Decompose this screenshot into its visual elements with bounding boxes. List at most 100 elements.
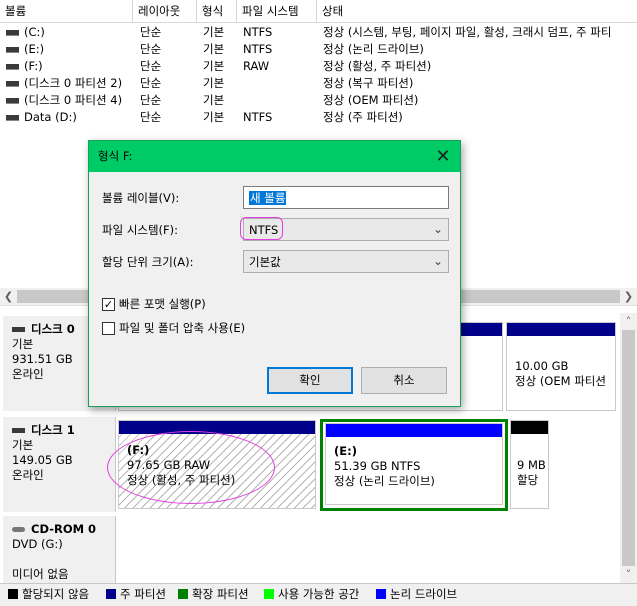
drive-icon	[6, 30, 19, 36]
legend-item: 주 파티션	[106, 588, 166, 601]
volume-label-input[interactable]: 새 볼륨	[243, 186, 449, 209]
drive-icon	[6, 64, 19, 70]
logical-drive-bar	[326, 424, 502, 437]
highlight-circle	[107, 431, 275, 504]
partition-letter: (E:)	[334, 444, 357, 458]
quick-format-checkbox[interactable]: ✓	[102, 298, 115, 311]
volume-layout: 단순	[140, 93, 162, 107]
allocation-unit-select[interactable]: 기본값 ⌄	[243, 250, 449, 273]
volume-layout: 단순	[140, 59, 162, 73]
quick-format-label[interactable]: 빠른 포맷 실행(P)	[119, 297, 206, 312]
legend-item: 논리 드라이브	[376, 588, 457, 601]
format-dialog: 형식 F: ✕ 볼륨 레이블(V): 새 볼륨 파일 시스템(F): NTFS …	[88, 140, 461, 407]
drive-icon	[6, 115, 19, 121]
legend-swatch	[376, 589, 386, 599]
volume-name: (디스크 0 파티션 4)	[24, 93, 123, 107]
column-header-type[interactable]: 형식	[197, 0, 237, 22]
volume-layout: 단순	[140, 42, 162, 56]
legend-swatch	[106, 589, 116, 599]
chevron-down-icon[interactable]: ⌄	[433, 222, 443, 236]
volume-label-label: 볼륨 레이블(V):	[102, 191, 180, 205]
oem-partition[interactable]: 10.00 GB 정상 (OEM 파티션	[506, 322, 616, 411]
volume-list-header: 볼륨 레이아웃 형식 파일 시스템 상태	[0, 0, 637, 23]
volume-row[interactable]: (디스크 0 파티션 2) 단순 기본 정상 (복구 파티션)	[0, 75, 637, 92]
compress-label[interactable]: 파일 및 폴더 압축 사용(E)	[119, 321, 245, 336]
drive-icon	[6, 47, 19, 53]
disk-1-label[interactable]: 디스크 1 기본 149.05 GB 온라인	[3, 417, 116, 512]
legend: 할당되지 않음 주 파티션 확장 파티션 사용 가능한 공간 논리 드라이브	[0, 583, 637, 606]
volume-status: 정상 (OEM 파티션)	[323, 93, 419, 107]
disk-kind: 기본	[12, 438, 34, 452]
compress-checkbox[interactable]	[102, 322, 115, 335]
volume-filesystem: NTFS	[243, 110, 273, 124]
column-header-filesystem[interactable]: 파일 시스템	[237, 0, 317, 22]
volume-status: 정상 (시스템, 부팅, 페이지 파일, 활성, 크래시 덤프, 주 파티	[323, 25, 612, 39]
volume-status: 정상 (논리 드라이브)	[323, 42, 424, 56]
legend-item: 사용 가능한 공간	[264, 588, 359, 601]
ok-button[interactable]: 확인	[267, 367, 353, 394]
dialog-title-bar[interactable]: 형식 F: ✕	[89, 141, 460, 172]
extended-partition[interactable]: (E:) 51.39 GB NTFS 정상 (논리 드라이브)	[320, 419, 508, 511]
volume-type: 기본	[203, 25, 225, 39]
legend-swatch	[264, 589, 274, 599]
disk-size: 149.05 GB	[12, 453, 73, 467]
highlight-circle	[240, 217, 283, 240]
scroll-up-icon[interactable]: ˄	[620, 313, 637, 330]
scroll-down-icon[interactable]: ˅	[620, 566, 637, 583]
volume-type: 기본	[203, 42, 225, 56]
volume-status: 정상 (복구 파티션)	[323, 76, 414, 90]
volume-type: 기본	[203, 76, 225, 90]
cdrom-0-label[interactable]: CD-ROM 0 DVD (G:) 미디어 없음	[3, 516, 116, 583]
partition-size: 9 MB	[517, 458, 546, 472]
disk-media: 미디어 없음	[12, 567, 69, 581]
scrollbar-thumb[interactable]	[622, 330, 635, 566]
disk-name: 디스크 0	[31, 322, 75, 336]
legend-label: 논리 드라이브	[390, 587, 458, 601]
cdrom-icon	[12, 527, 25, 532]
volume-row[interactable]: Data (D:) 단순 기본 NTFS 정상 (주 파티션)	[0, 109, 637, 126]
volume-row[interactable]: (E:) 단순 기본 NTFS 정상 (논리 드라이브)	[0, 41, 637, 58]
volume-label-value: 새 볼륨	[249, 191, 287, 205]
volume-row[interactable]: (C:) 단순 기본 NTFS 정상 (시스템, 부팅, 페이지 파일, 활성,…	[0, 24, 637, 41]
unallocated-partition[interactable]: 9 MB 할당	[510, 420, 549, 509]
partition-e[interactable]: (E:) 51.39 GB NTFS 정상 (논리 드라이브)	[325, 423, 503, 505]
legend-label: 주 파티션	[120, 587, 166, 601]
dialog-title: 형식 F:	[98, 149, 133, 163]
volume-filesystem: NTFS	[243, 42, 273, 56]
legend-swatch	[8, 589, 18, 599]
volume-name: (E:)	[24, 42, 45, 56]
volume-row[interactable]: (F:) 단순 기본 RAW 정상 (활성, 주 파티션)	[0, 58, 637, 75]
chevron-down-icon[interactable]: ⌄	[433, 254, 443, 268]
volume-type: 기본	[203, 110, 225, 124]
volume-filesystem: NTFS	[243, 25, 273, 39]
volume-status: 정상 (주 파티션)	[323, 110, 403, 124]
primary-partition-bar	[507, 323, 615, 336]
column-header-layout[interactable]: 레이아웃	[133, 0, 197, 22]
vertical-scrollbar[interactable]: ˄ ˅	[620, 313, 637, 583]
column-header-volume[interactable]: 볼륨	[0, 0, 133, 22]
scroll-right-icon[interactable]: ❯	[620, 288, 637, 305]
partition-status: 정상 (OEM 파티션	[515, 374, 606, 388]
drive-icon	[6, 98, 19, 104]
drive-icon	[6, 81, 19, 87]
volume-type: 기본	[203, 59, 225, 73]
volume-row[interactable]: (디스크 0 파티션 4) 단순 기본 정상 (OEM 파티션)	[0, 92, 637, 109]
volume-layout: 단순	[140, 76, 162, 90]
allocation-unit-value: 기본값	[249, 255, 281, 269]
volume-type: 기본	[203, 93, 225, 107]
volume-status: 정상 (활성, 주 파티션)	[323, 59, 432, 73]
disk-name: 디스크 1	[31, 423, 75, 437]
partition-size: 51.39 GB NTFS	[334, 459, 421, 473]
column-header-status[interactable]: 상태	[317, 0, 637, 22]
close-icon[interactable]: ✕	[426, 141, 460, 172]
legend-item: 할당되지 않음	[8, 588, 89, 601]
cancel-button[interactable]: 취소	[361, 367, 447, 394]
legend-label: 사용 가능한 공간	[278, 587, 360, 601]
drive-icon	[12, 327, 25, 332]
volume-name: (F:)	[24, 59, 43, 73]
partition-status: 정상 (논리 드라이브)	[334, 474, 435, 488]
scroll-left-icon[interactable]: ❮	[0, 288, 17, 305]
volume-layout: 단순	[140, 110, 162, 124]
volume-layout: 단순	[140, 25, 162, 39]
filesystem-label: 파일 시스템(F):	[102, 223, 179, 237]
